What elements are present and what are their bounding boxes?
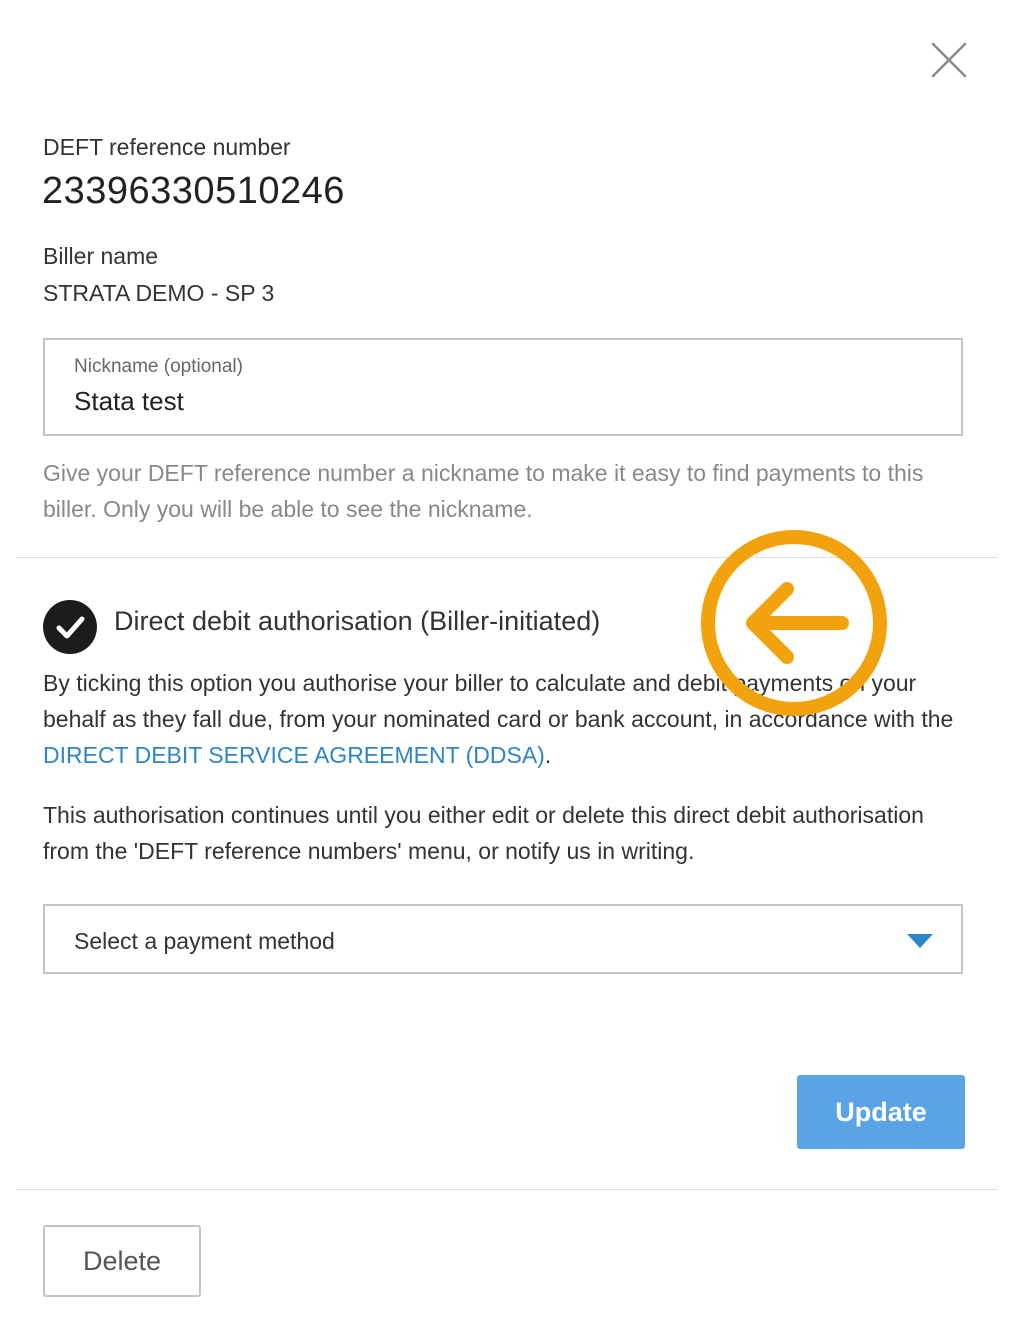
close-button[interactable] [925,36,973,84]
biller-name-label: Biller name [43,243,159,269]
payment-method-selected-value: Select a payment method [74,928,335,954]
caret-down-icon [907,934,933,948]
nickname-label: Nickname (optional) [74,356,243,377]
nickname-input[interactable] [72,384,916,418]
authorisation-paragraph: By ticking this option you authorise you… [43,665,963,773]
update-button[interactable]: Update [797,1075,965,1149]
authorisation-continuation-paragraph: This authorisation continues until you e… [43,802,924,864]
close-icon [931,42,967,78]
direct-debit-title: Direct debit authorisation (Biller-initi… [114,606,601,636]
ddsa-link[interactable]: DIRECT DEBIT SERVICE AGREEMENT (DDSA) [43,742,545,768]
biller-name-value: STRATA DEMO - SP 3 [43,280,275,306]
reference-number-value: 23396330510246 [42,170,345,212]
authorisation-text: By ticking this option you authorise you… [43,670,954,732]
section-divider [16,557,998,558]
nickname-field[interactable]: Nickname (optional) [43,338,963,436]
direct-debit-checkbox[interactable] [43,600,97,654]
nickname-hint: Give your DEFT reference number a nickna… [43,460,924,522]
delete-button[interactable]: Delete [43,1225,201,1297]
check-circle-icon [56,616,85,639]
authorisation-text-end: . [544,742,552,768]
reference-number-label: DEFT reference number [43,134,291,160]
footer-divider [16,1189,998,1190]
payment-method-select[interactable]: Select a payment method [43,904,963,974]
